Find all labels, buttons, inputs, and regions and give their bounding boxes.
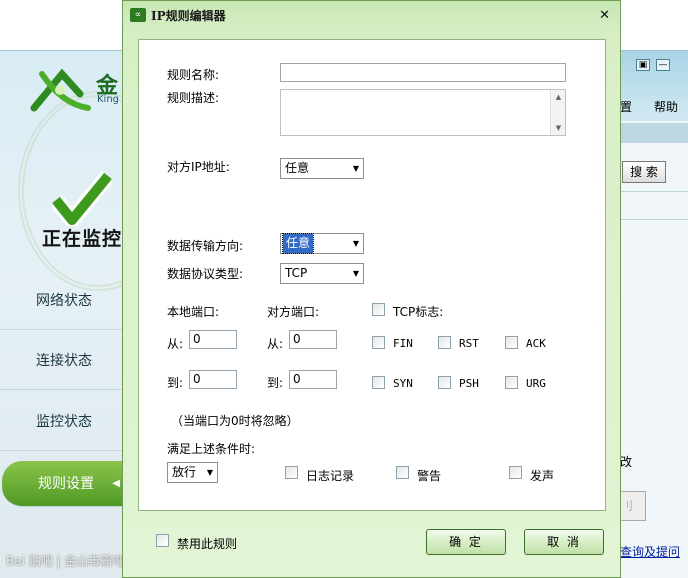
port-note-text: （当端口为0时将忽略） [171,414,299,428]
remote-port-from-input[interactable]: 0 [289,330,337,349]
divider [620,191,688,192]
nav-connection-status-label: 连接状态 [36,353,92,369]
rule-name-input[interactable] [280,63,566,82]
baidu-watermark: Bai 贴吧 | 金山毒霸吧 [6,554,125,568]
nav-network-status-label: 网络状态 [36,293,92,309]
tcp-flags-label: TCP标志: [393,305,444,319]
remote-port-to-input[interactable]: 0 [289,370,337,389]
tcp-flags-checkbox[interactable] [372,303,385,316]
protocol-value: TCP [285,266,308,280]
rule-form-panel: 规则名称: 规则描述: ▲ ▼ 对方IP地址: 任意 ▼ 数据传输方向: 任意 … [138,39,606,511]
chevron-down-icon: ▼ [206,468,213,477]
background-text-fragment: 改 [620,455,633,469]
dialog-title: IP规则编辑器 [151,9,226,23]
sound-checkbox[interactable] [509,466,522,479]
nav-active-arrow-icon: ◀ [112,478,120,489]
background-right-pane: ▣ — 置 帮助 搜 索 改 刂 查询及提问 [620,50,688,578]
remote-ip-value: 任意 [285,161,310,175]
app-logo-subtext: King [97,94,120,105]
log-checkbox[interactable] [285,466,298,479]
local-port-to-label: 到: [167,376,184,390]
protocol-select[interactable]: TCP ▼ [280,263,364,284]
alert-checkbox[interactable] [396,466,409,479]
rule-desc-textarea[interactable]: ▲ ▼ [280,89,566,136]
direction-label: 数据传输方向: [167,239,244,253]
remote-port-to-label: 到: [267,376,284,390]
dialog-titlebar[interactable]: ∝ IP规则编辑器 ✕ [123,1,620,31]
disabled-button-fragment: 刂 [620,491,646,521]
local-port-to-input[interactable]: 0 [189,370,237,389]
ip-rule-editor-dialog: ∝ IP规则编辑器 ✕ 规则名称: 规则描述: ▲ ▼ 对方IP地址: 任意 ▼… [122,0,621,578]
action-select[interactable]: 放行 ▼ [167,462,218,483]
log-label: 日志记录 [306,469,355,483]
flag-fin-checkbox[interactable] [372,336,385,349]
flag-rst-checkbox[interactable] [438,336,451,349]
menu-settings-fragment[interactable]: 置 [620,98,632,115]
nav-monitor-status[interactable]: 监控状态 [0,393,124,451]
divider [620,219,688,220]
monitoring-status-text: 正在监控 [42,228,123,250]
disable-rule-label: 禁用此规则 [177,537,238,551]
check-icon [52,170,112,226]
chevron-down-icon: ▼ [352,164,359,173]
action-value: 放行 [172,465,197,479]
flag-syn-checkbox[interactable] [372,376,385,389]
minimize-icon[interactable]: — [656,59,670,71]
scroll-down-icon[interactable]: ▼ [551,124,566,132]
remote-port-label: 对方端口: [267,305,320,319]
flag-psh-checkbox[interactable] [438,376,451,389]
disable-rule-checkbox[interactable] [156,534,169,547]
direction-value: 任意 [281,233,315,254]
remote-ip-label: 对方IP地址: [167,160,230,174]
menu-help[interactable]: 帮助 [654,98,678,115]
local-port-from-input[interactable]: 0 [189,330,237,349]
flag-rst-label: RST [459,337,479,350]
restore-icon[interactable]: ▣ [636,59,650,71]
nav-network-status[interactable]: 网络状态 [0,272,124,330]
nav-rule-settings-label: 规则设置 [38,476,94,492]
nav-rule-settings[interactable]: 规则设置 ◀ [2,461,124,507]
query-help-link[interactable]: 查询及提问 [620,543,680,560]
sound-label: 发声 [530,469,555,483]
chevron-down-icon: ▼ [352,239,359,248]
flag-psh-label: PSH [459,377,479,390]
rule-desc-label: 规则描述: [167,91,220,105]
search-button[interactable]: 搜 索 [622,161,666,183]
app-logo-icon [30,68,91,112]
ok-button[interactable]: 确 定 [426,529,506,555]
rule-name-label: 规则名称: [167,68,220,82]
flag-ack-checkbox[interactable] [505,336,518,349]
scroll-up-icon[interactable]: ▲ [551,93,566,101]
condition-label: 满足上述条件时: [167,442,256,456]
protocol-label: 数据协议类型: [167,267,244,281]
cancel-button[interactable]: 取 消 [524,529,604,555]
local-port-label: 本地端口: [167,305,220,319]
alert-label: 警告 [417,469,442,483]
remote-port-from-label: 从: [267,337,284,351]
flag-ack-label: ACK [526,337,546,350]
chevron-down-icon: ▼ [352,269,359,278]
app-icon: ∝ [130,8,146,22]
flag-urg-label: URG [526,377,546,390]
close-icon[interactable]: ✕ [599,8,610,23]
flag-fin-label: FIN [393,337,413,350]
nav-connection-status[interactable]: 连接状态 [0,332,124,390]
background-toolstrip [620,123,688,143]
nav-monitor-status-label: 监控状态 [36,414,92,430]
flag-urg-checkbox[interactable] [505,376,518,389]
remote-ip-select[interactable]: 任意 ▼ [280,158,364,179]
direction-select[interactable]: 任意 ▼ [280,233,364,254]
local-port-from-label: 从: [167,337,184,351]
desc-scrollbar[interactable]: ▲ ▼ [550,90,565,135]
flag-syn-label: SYN [393,377,413,390]
